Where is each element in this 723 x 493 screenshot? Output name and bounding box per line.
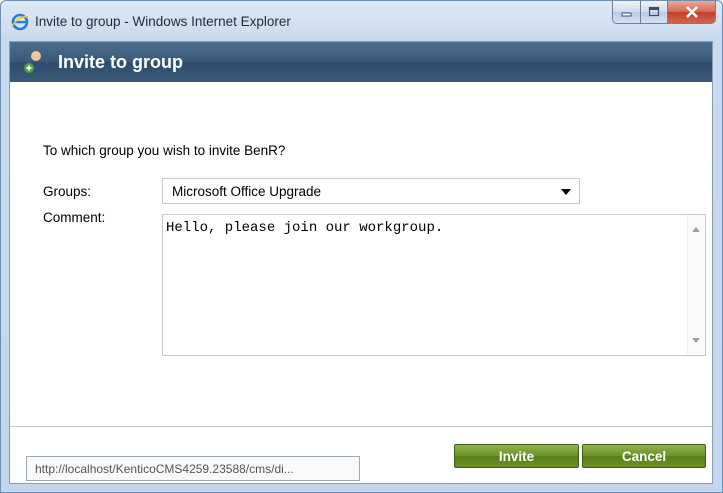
- browser-window: Invite to group - Windows Internet Explo…: [0, 0, 723, 493]
- scroll-down-icon[interactable]: [692, 338, 700, 343]
- cancel-button[interactable]: Cancel: [582, 444, 706, 468]
- close-button[interactable]: [668, 1, 715, 23]
- minimize-button[interactable]: [613, 1, 641, 23]
- window-title: Invite to group - Windows Internet Explo…: [35, 14, 291, 29]
- footer-divider: [10, 426, 712, 427]
- comment-textarea[interactable]: Hello, please join our workgroup.: [162, 214, 706, 356]
- comment-text: Hello, please join our workgroup.: [166, 220, 444, 236]
- maximize-button[interactable]: [641, 1, 668, 23]
- window-controls: [612, 1, 716, 24]
- minimize-icon: [621, 12, 631, 17]
- window-titlebar[interactable]: Invite to group - Windows Internet Explo…: [1, 1, 722, 41]
- status-url-tooltip: http://localhost/KenticoCMS4259.23588/cm…: [26, 456, 360, 481]
- user-group-icon: [24, 51, 45, 73]
- comment-scrollbar[interactable]: [687, 215, 705, 355]
- chevron-down-icon[interactable]: [561, 189, 571, 195]
- maximize-icon: [648, 6, 660, 17]
- dialog-title: Invite to group: [58, 52, 183, 72]
- groups-label: Groups:: [43, 184, 92, 199]
- groups-selected-value: Microsoft Office Upgrade: [172, 184, 322, 199]
- comment-label: Comment:: [43, 210, 106, 225]
- invite-question: To which group you wish to invite BenR?: [43, 143, 286, 158]
- dialog-header: Invite to group: [10, 42, 712, 82]
- ie-icon: [11, 13, 29, 31]
- scroll-up-icon[interactable]: [692, 227, 700, 232]
- groups-select[interactable]: Microsoft Office Upgrade: [162, 178, 580, 204]
- invite-button[interactable]: Invite: [454, 444, 579, 468]
- close-icon: [685, 6, 698, 18]
- dialog-client-area: Invite to group To which group you wish …: [9, 41, 713, 484]
